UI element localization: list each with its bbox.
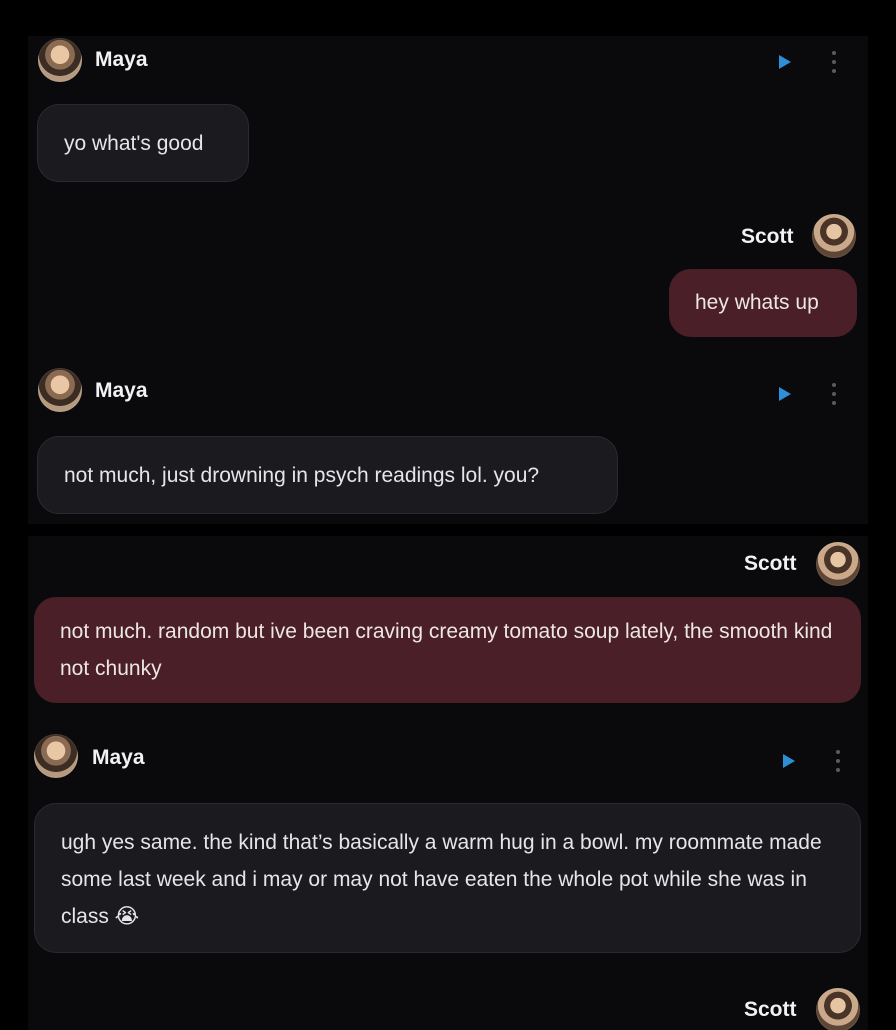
play-icon[interactable]: [782, 753, 796, 769]
sender-name: Maya: [95, 48, 148, 71]
message-bubble: hey whats up: [669, 269, 857, 337]
scott-avatar: [816, 542, 860, 586]
message-bubble: not much. random but ive been craving cr…: [34, 597, 861, 703]
play-icon[interactable]: [778, 386, 792, 402]
sender-name: Maya: [95, 379, 148, 402]
message-bubble: not much, just drowning in psych reading…: [37, 436, 618, 514]
sender-name: Maya: [92, 746, 145, 769]
play-icon[interactable]: [778, 54, 792, 70]
chat-panel-bottom: Scott not much. random but ive been crav…: [28, 536, 868, 1030]
message-bubble: yo what's good: [37, 104, 249, 182]
sender-name: Scott: [744, 552, 797, 575]
sender-name: Scott: [741, 225, 794, 248]
maya-avatar: [38, 38, 82, 82]
maya-avatar: [38, 368, 82, 412]
chat-panel-top: Maya yo what's good Scott hey whats up M…: [28, 36, 868, 524]
sender-name: Scott: [744, 998, 797, 1021]
more-vertical-icon[interactable]: [835, 749, 841, 773]
message-bubble: ugh yes same. the kind that’s basically …: [34, 803, 861, 953]
more-vertical-icon[interactable]: [831, 382, 837, 406]
more-vertical-icon[interactable]: [831, 50, 837, 74]
scott-avatar: [816, 988, 860, 1030]
scott-avatar: [812, 214, 856, 258]
maya-avatar: [34, 734, 78, 778]
